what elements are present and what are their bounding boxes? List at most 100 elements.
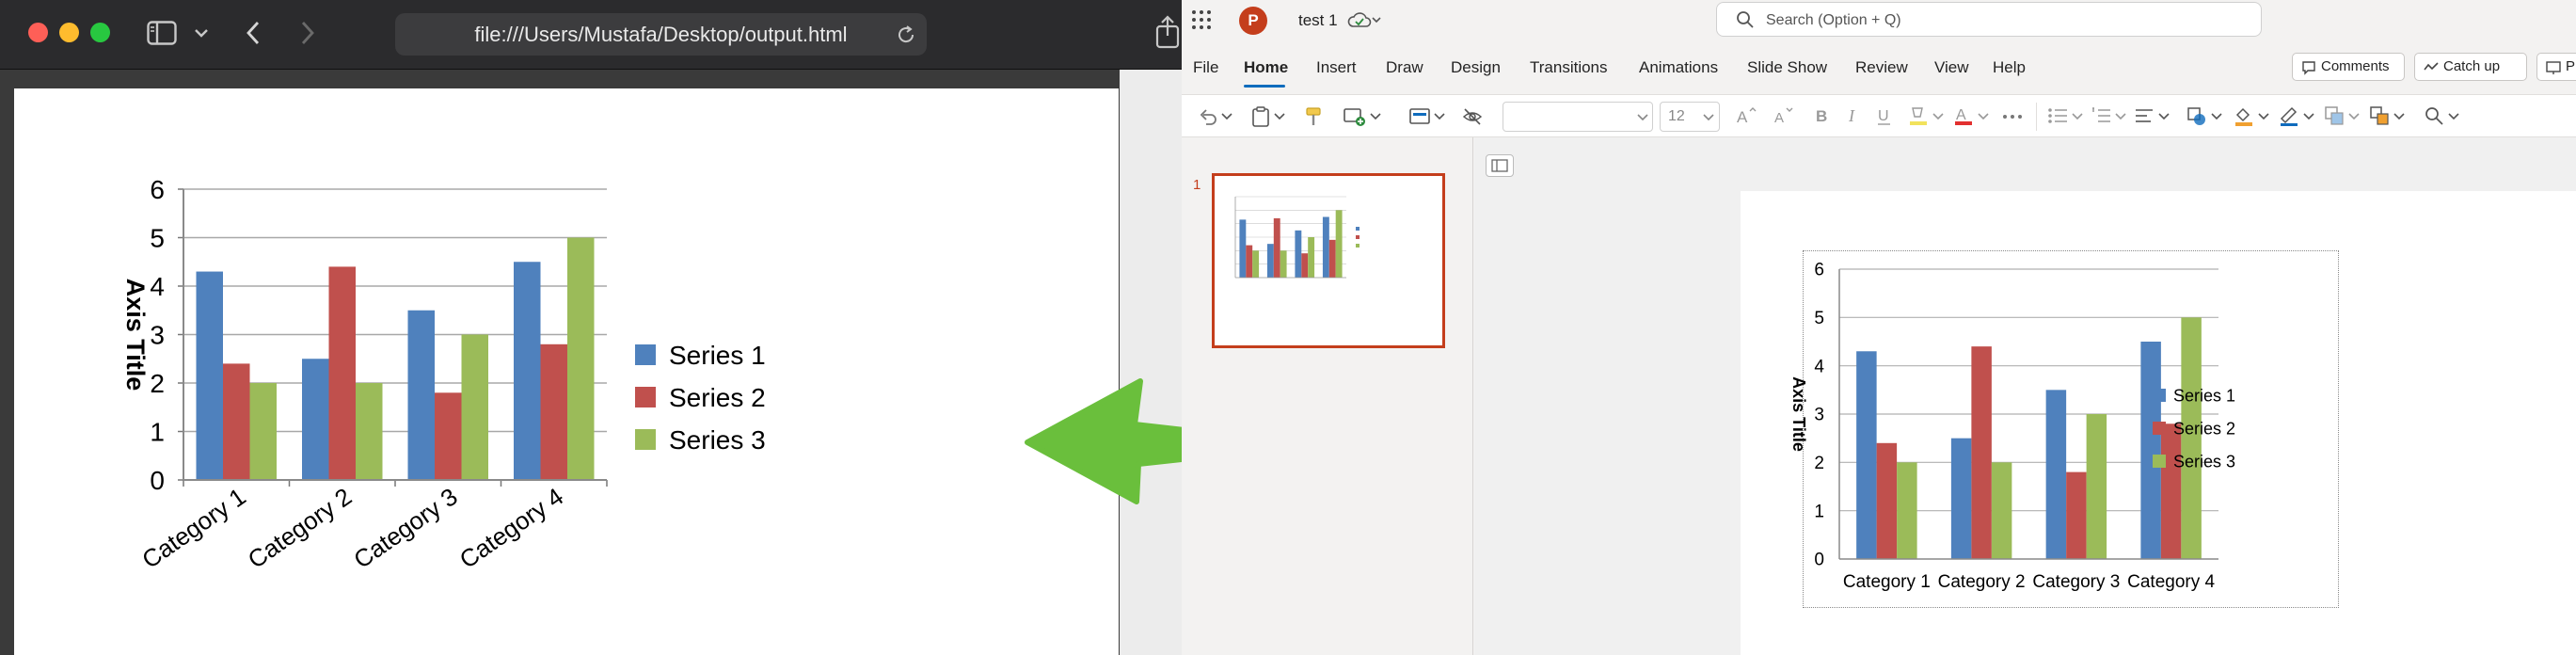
tab-review[interactable]: Review [1855,47,1908,88]
tab-animations[interactable]: Animations [1639,47,1718,88]
svg-text:B: B [1816,107,1827,125]
chevron-down-icon[interactable] [2072,113,2083,120]
x-tick-label: Category 4 [454,482,568,574]
bar [1246,245,1253,278]
chevron-down-icon[interactable] [2393,113,2405,120]
chevron-down-icon[interactable] [2158,113,2170,120]
chevron-down-icon[interactable] [1932,113,1944,120]
chevron-down-icon[interactable] [2303,113,2314,120]
app-launcher-icon[interactable] [1191,9,1212,30]
undo-icon[interactable] [1199,107,1217,126]
bar [2140,342,2161,559]
numbering-icon[interactable] [2091,106,2111,125]
tab-insert[interactable]: Insert [1316,47,1357,88]
chevron-down-icon[interactable] [2115,113,2126,120]
bar [1971,346,1992,559]
slide-chart[interactable]: 0 1 2 3 4 5 6 Category 1 Category 2 Category 3 Cat… [1741,191,2576,655]
address-bar[interactable]: file:///Users/Mustafa/Desktop/output.htm… [395,13,927,56]
bar [1239,219,1247,278]
bar [1252,250,1260,278]
chevron-down-icon[interactable] [2258,113,2269,120]
chevron-down-icon[interactable] [2348,113,2360,120]
bar [1322,216,1329,278]
reload-icon[interactable] [896,24,916,45]
shape-fill-icon[interactable] [2234,105,2254,128]
close-window-button[interactable] [28,23,48,42]
bar [1295,230,1302,278]
tab-draw[interactable]: Draw [1386,47,1423,88]
slide-thumbnail[interactable] [1212,173,1445,348]
format-painter-icon[interactable] [1304,106,1323,127]
font-size-dropdown[interactable]: 12 [1660,102,1720,132]
italic-icon[interactable]: I [1846,106,1863,125]
svg-text:A: A [1956,107,1966,123]
font-color-icon[interactable]: A [1953,105,1974,128]
tab-file[interactable]: File [1193,47,1218,88]
decrease-font-size-icon[interactable]: A [1774,106,1797,125]
chevron-down-icon[interactable] [2211,113,2222,120]
paste-icon[interactable] [1251,106,1270,127]
tab-design[interactable]: Design [1451,47,1501,88]
catch-up-button[interactable]: Catch up [2414,53,2527,81]
chevron-down-icon[interactable] [1978,113,1989,120]
search-input[interactable]: Search (Option + Q) [1716,2,2262,37]
panel-toggle-icon[interactable] [1486,154,1514,177]
bar [1308,237,1315,278]
powerpoint-window: P test 1 Search (Option + Q) File Home I… [1182,0,2576,655]
minimize-window-button[interactable] [59,23,79,42]
y-tick-label: 4 [1814,357,1824,376]
rendered-chart: 0 1 2 3 4 5 6 Category 1Category 2Category 3Cat… [121,175,766,574]
bullets-icon[interactable] [2047,106,2068,125]
chevron-down-icon[interactable] [1434,113,1445,120]
forward-arrow-icon[interactable] [299,21,316,45]
tab-home[interactable]: Home [1244,47,1288,88]
slide-canvas[interactable]: 0 1 2 3 4 5 6 Category 1 Category 2 Category 3 Cat… [1741,191,2576,655]
shapes-icon[interactable] [2186,106,2207,127]
y-tick-label: 6 [1814,261,1824,280]
find-icon[interactable] [2424,105,2444,126]
bar [514,262,541,480]
more-options-icon[interactable] [2002,114,2023,120]
sidebar-icon[interactable] [147,21,177,45]
chevron-down-icon[interactable] [1274,113,1285,120]
arrange-icon[interactable] [2369,105,2390,126]
document-title[interactable]: test 1 [1298,0,1338,41]
comments-button[interactable]: Comments [2292,53,2405,81]
legend-label: Series 2 [669,383,766,412]
bar [1280,250,1287,278]
align-icon[interactable] [2134,106,2155,125]
bold-icon[interactable]: B [1814,106,1831,125]
font-size-value: 12 [1668,108,1685,124]
tab-slide-show[interactable]: Slide Show [1747,47,1827,88]
legend-swatch [635,344,656,365]
saved-status-icon[interactable] [1347,10,1383,31]
present-label: Pre [2566,58,2576,74]
tab-help[interactable]: Help [1993,47,2026,88]
present-button[interactable]: Pre [2536,53,2576,81]
chevron-down-icon[interactable] [194,27,209,39]
tab-view[interactable]: View [1934,47,1969,88]
increase-font-size-icon[interactable]: A [1737,106,1759,125]
bar [1328,239,1336,278]
hide-slide-icon[interactable] [1462,106,1483,127]
axis-title: Axis Title [121,279,150,391]
y-tick-label: 2 [1814,454,1824,473]
zoom-window-button[interactable] [90,23,110,42]
tab-transitions[interactable]: Transitions [1530,47,1608,88]
y-tick-label: 3 [150,320,165,349]
back-arrow-icon[interactable] [245,21,262,45]
underline-icon[interactable]: U [1876,106,1893,127]
legend-swatch [2153,422,2166,435]
new-slide-icon[interactable] [1344,106,1366,127]
share-icon[interactable] [1153,15,1182,49]
shape-outline-icon[interactable] [2279,105,2299,128]
shape-effects-icon[interactable] [2324,105,2345,126]
layout-icon[interactable] [1409,107,1430,126]
highlight-icon[interactable] [1908,105,1929,128]
chevron-down-icon[interactable] [2448,113,2459,120]
chevron-down-icon[interactable] [1221,113,1232,120]
chevron-down-icon[interactable] [1370,113,1381,120]
window-gutter [1120,70,1182,655]
font-name-dropdown[interactable] [1503,102,1653,132]
bar [302,359,329,480]
